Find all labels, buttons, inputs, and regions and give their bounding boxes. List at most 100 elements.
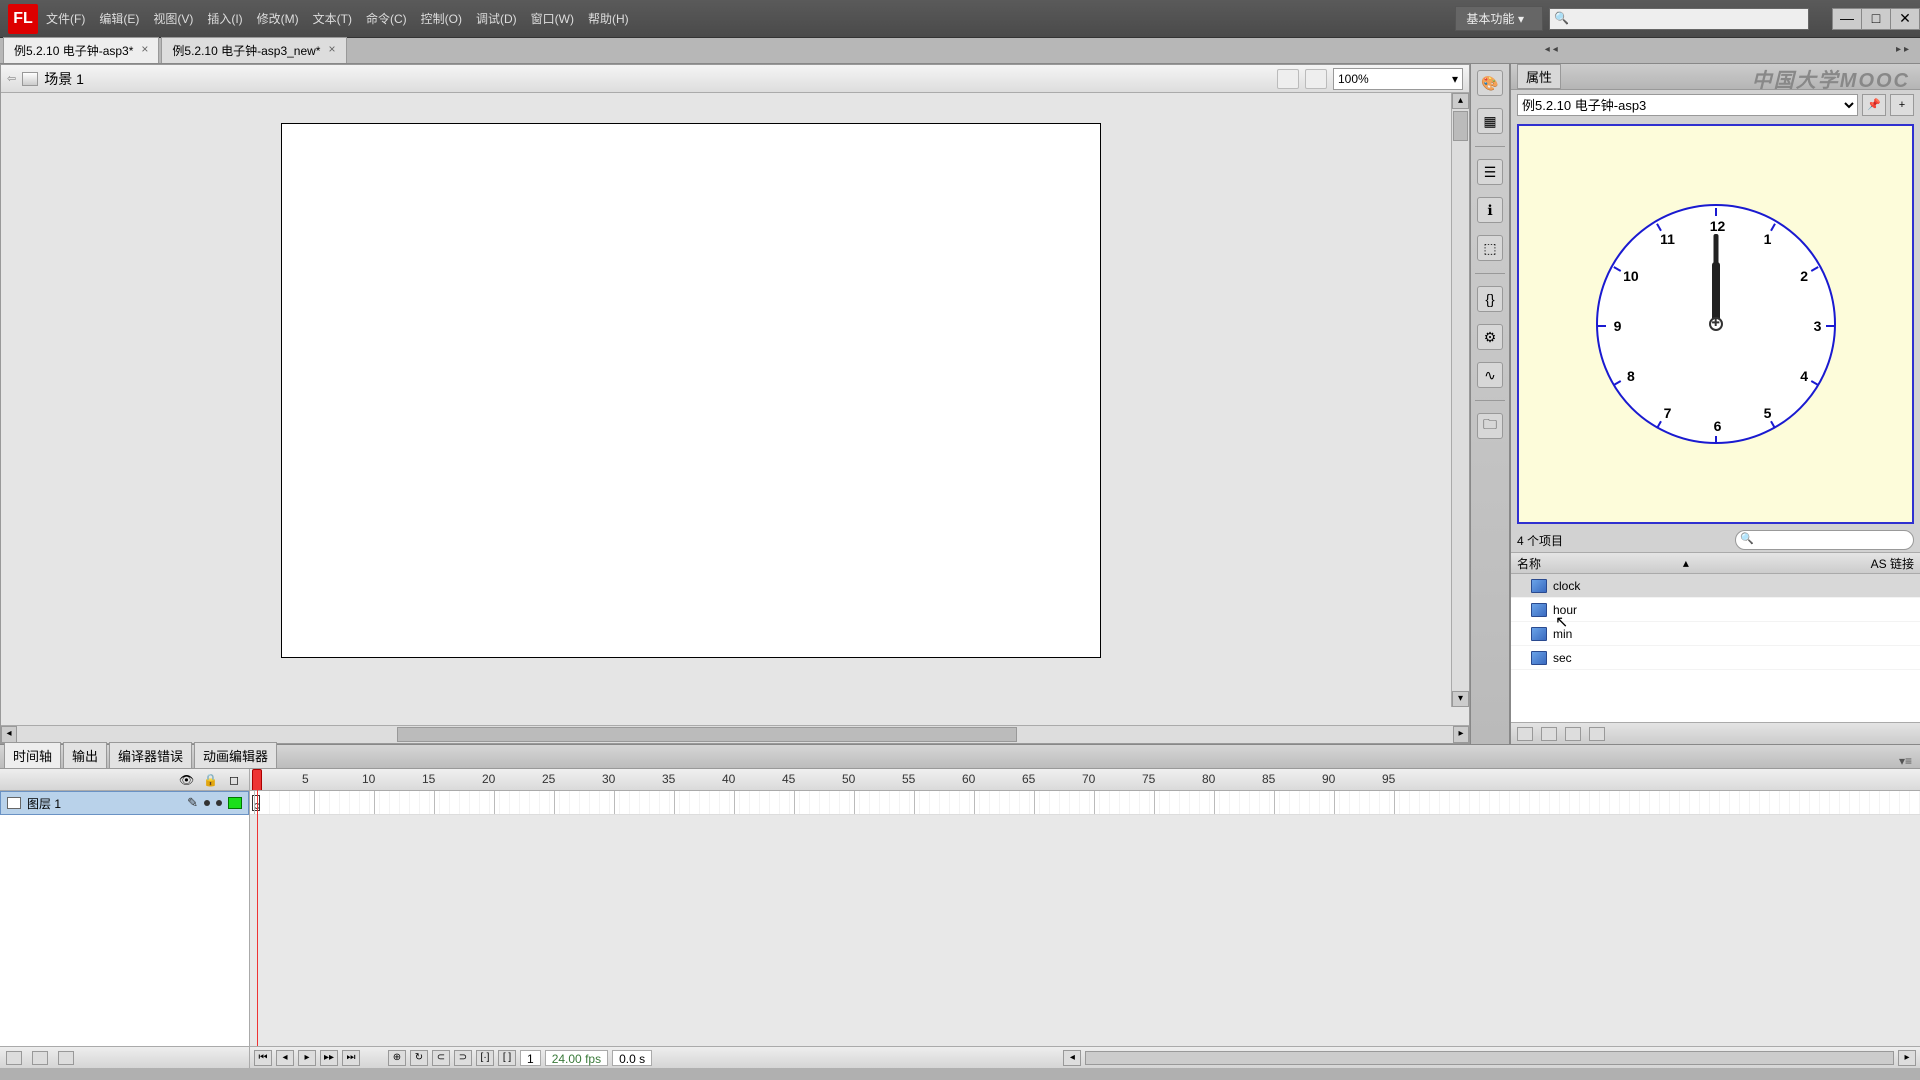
close-icon[interactable]: × [141, 42, 148, 59]
pin-library-button[interactable]: 📌 [1862, 94, 1886, 116]
zoom-dropdown[interactable]: 100%▾ [1333, 68, 1463, 90]
timeline-hscroll[interactable] [1085, 1051, 1894, 1065]
library-item-sec[interactable]: sec [1511, 646, 1920, 670]
panel-menu-icon[interactable]: ▾≡ [1899, 754, 1920, 768]
visibility-dot[interactable] [204, 800, 210, 806]
new-symbol-button[interactable] [1517, 727, 1533, 741]
transform-panel-icon[interactable]: ⬚ [1477, 235, 1503, 261]
new-folder-button[interactable] [32, 1051, 48, 1065]
swatches-panel-icon[interactable]: ▦ [1477, 108, 1503, 134]
close-button[interactable]: ✕ [1890, 8, 1920, 30]
maximize-button[interactable]: □ [1861, 8, 1891, 30]
scroll-right-icon[interactable]: ▸ [1898, 1050, 1916, 1066]
visibility-column-icon[interactable]: 👁 [179, 773, 193, 787]
lock-column-icon[interactable]: 🔒 [203, 773, 217, 787]
timeline-ruler[interactable]: 15101520253035404550556065707580859095 [250, 769, 1920, 791]
components-panel-icon[interactable]: ⚙ [1477, 324, 1503, 350]
menu-debug[interactable]: 调试(D) [476, 10, 517, 27]
menu-control[interactable]: 控制(O) [421, 10, 462, 27]
frame-row-1[interactable] [250, 791, 1920, 815]
code-panel-icon[interactable]: {} [1477, 286, 1503, 312]
fps-field[interactable]: 24.00 fps [545, 1050, 608, 1066]
goto-first-button[interactable]: ⏮ [254, 1050, 272, 1066]
onion-skin-button[interactable]: ⊂ [432, 1050, 450, 1066]
library-document-dropdown[interactable]: 例5.2.10 电子钟-asp3 [1517, 94, 1858, 116]
movieclip-icon [1531, 603, 1547, 617]
menu-view[interactable]: 视图(V) [153, 10, 193, 27]
info-panel-icon[interactable]: ℹ [1477, 197, 1503, 223]
edit-multiple-button[interactable]: [·] [476, 1050, 494, 1066]
goto-last-button[interactable]: ⏭ [342, 1050, 360, 1066]
library-item-min[interactable]: min [1511, 622, 1920, 646]
properties-button[interactable] [1565, 727, 1581, 741]
outline-column-icon[interactable]: ◻ [227, 773, 241, 787]
workspace-dropdown[interactable]: 基本功能 ▾ [1455, 6, 1543, 31]
ruler-number: 50 [842, 772, 855, 786]
current-frame-field[interactable]: 1 [520, 1050, 541, 1066]
project-panel-icon[interactable]: 🗀 [1477, 413, 1503, 439]
scroll-left-icon[interactable]: ◂ [1, 726, 17, 743]
collapse-panels-icon[interactable]: ◂◂ ▸▸ [1545, 44, 1912, 55]
onion-skin-outlines-button[interactable]: ⊃ [454, 1050, 472, 1066]
play-button[interactable]: ▸ [298, 1050, 316, 1066]
menu-help[interactable]: 帮助(H) [588, 10, 629, 27]
new-folder-button[interactable] [1541, 727, 1557, 741]
edit-scene-button[interactable] [1277, 69, 1299, 89]
layer-row-1[interactable]: 图层 1 ✎ [0, 791, 249, 815]
properties-tab[interactable]: 属性 [1517, 64, 1561, 89]
step-back-button[interactable]: ◂ [276, 1050, 294, 1066]
scroll-down-icon[interactable]: ▾ [1452, 691, 1469, 707]
new-layer-button[interactable] [6, 1051, 22, 1065]
menu-modify[interactable]: 修改(M) [257, 10, 299, 27]
scroll-thumb[interactable] [397, 727, 1017, 742]
motion-panel-icon[interactable]: ∿ [1477, 362, 1503, 388]
edit-symbol-button[interactable] [1305, 69, 1327, 89]
lock-dot[interactable] [216, 800, 222, 806]
scroll-right-icon[interactable]: ▸ [1453, 726, 1469, 743]
title-search-input[interactable] [1549, 8, 1809, 30]
clock-center-pin [1709, 317, 1723, 331]
minimize-button[interactable]: — [1832, 8, 1862, 30]
stage-vertical-scrollbar[interactable]: ▴ ▾ [1451, 93, 1469, 707]
library-search-input[interactable] [1735, 530, 1914, 550]
scroll-thumb[interactable] [1453, 111, 1468, 141]
align-panel-icon[interactable]: ☰ [1477, 159, 1503, 185]
column-name[interactable]: 名称 [1517, 555, 1541, 572]
stage-body[interactable]: ▴ ▾ [1, 93, 1469, 725]
center-frame-button[interactable]: ⊕ [388, 1050, 406, 1066]
menu-window[interactable]: 窗口(W) [531, 10, 574, 27]
doc-tab-1[interactable]: 例5.2.10 电子钟-asp3_new*× [161, 37, 346, 63]
sort-icon[interactable]: ▴ [1683, 556, 1689, 570]
clock-minute-hand [1713, 234, 1718, 324]
stage-canvas[interactable] [281, 123, 1101, 658]
delete-button[interactable] [1589, 727, 1605, 741]
close-icon[interactable]: × [328, 42, 335, 59]
menu-insert[interactable]: 插入(I) [207, 10, 242, 27]
scroll-left-icon[interactable]: ◂ [1063, 1050, 1081, 1066]
library-item-clock[interactable]: clock [1511, 574, 1920, 598]
tab-timeline[interactable]: 时间轴 [4, 742, 61, 768]
modify-markers-button[interactable]: [ ] [498, 1050, 516, 1066]
menu-file[interactable]: 文件(F) [46, 10, 85, 27]
menu-commands[interactable]: 命令(C) [366, 10, 407, 27]
delete-layer-button[interactable] [58, 1051, 74, 1065]
color-panel-icon[interactable]: 🎨 [1477, 70, 1503, 96]
menu-text[interactable]: 文本(T) [313, 10, 352, 27]
scene-back-icon[interactable]: ⇦ [7, 72, 16, 85]
outline-toggle[interactable] [228, 797, 242, 809]
loop-button[interactable]: ↻ [410, 1050, 428, 1066]
tab-output[interactable]: 输出 [63, 742, 107, 768]
playhead[interactable] [252, 769, 262, 791]
library-item-hour[interactable]: hour [1511, 598, 1920, 622]
scroll-up-icon[interactable]: ▴ [1452, 93, 1469, 109]
ruler-number: 15 [422, 772, 435, 786]
tab-motion-editor[interactable]: 动画编辑器 [194, 742, 277, 768]
menu-edit[interactable]: 编辑(E) [99, 10, 139, 27]
step-forward-button[interactable]: ▸▸ [320, 1050, 338, 1066]
doc-tab-0[interactable]: 例5.2.10 电子钟-asp3*× [3, 37, 159, 63]
tab-compiler-errors[interactable]: 编译器错误 [109, 742, 192, 768]
stage-horizontal-scrollbar[interactable]: ◂ ▸ [1, 725, 1469, 743]
new-library-button[interactable]: + [1890, 94, 1914, 116]
library-preview: 121234567891011 [1517, 124, 1914, 524]
column-as-link[interactable]: AS 链接 [1871, 555, 1914, 572]
